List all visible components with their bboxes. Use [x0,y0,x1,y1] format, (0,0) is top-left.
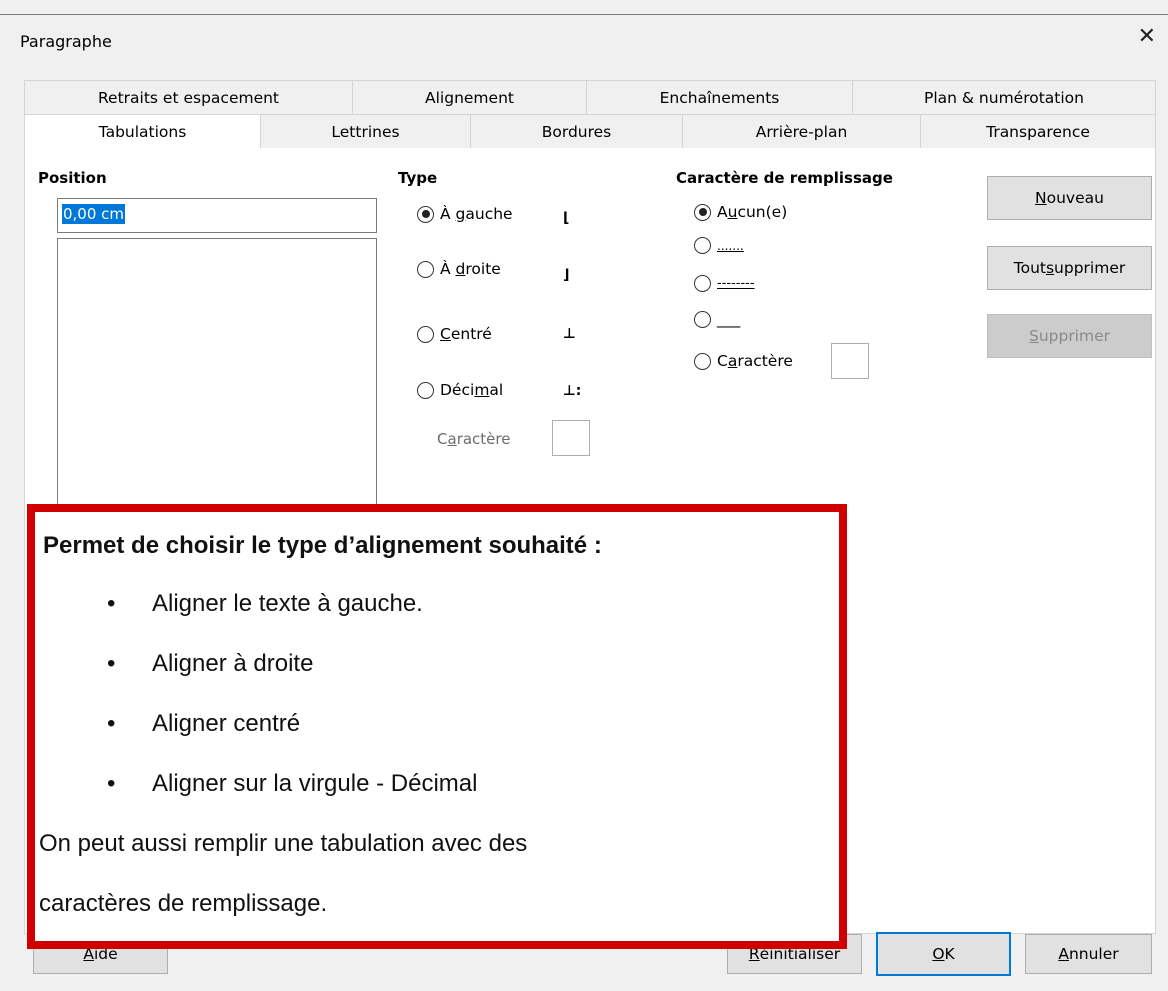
tab-lettrines[interactable]: Lettrines [260,114,470,149]
tab-plan-numerotation[interactable]: Plan & numérotation [852,80,1156,115]
fill-dots-radio[interactable]: ....... [694,237,744,254]
radio-icon [694,237,711,254]
type-left-radio[interactable]: À gauche [417,205,513,223]
type-decimal-label: Décimal [440,381,504,399]
fill-underscore-label: ___ [717,310,741,328]
radio-icon [417,205,434,223]
fill-none-radio[interactable]: Aucun(e) [694,203,787,221]
fill-underscore-radio[interactable]: ___ [694,310,740,328]
radio-icon [417,260,434,278]
fill-dashes-radio[interactable]: -------- [694,275,755,292]
tab-tabulations[interactable]: Tabulations [24,114,260,149]
tab-row-2: Tabulations Lettrines Bordures Arrière-p… [24,114,1156,149]
dialog-title: Paragraphe [20,32,112,51]
type-decimal-radio[interactable]: Décimal [417,381,503,399]
radio-icon [694,310,711,328]
tab-transparence[interactable]: Transparence [920,114,1156,149]
close-icon[interactable]: ✕ [1138,26,1156,48]
position-input[interactable]: 0,00 cm [57,198,377,233]
tab-row-1: Retraits et espacement Alignement Enchaî… [24,80,1156,115]
type-left-label: À gauche [440,205,513,223]
tab-decimal-icon: ⊥: [563,383,582,399]
callout-bullet: • Aligner le texte à gauche. [107,590,423,617]
new-button[interactable]: Nouveau [987,176,1152,220]
fill-char-input[interactable] [831,343,869,379]
callout-paragraph-line: caractères de remplissage. [39,890,328,917]
position-label: Position [38,169,107,187]
type-right-radio[interactable]: À droite [417,260,501,278]
tab-center-icon: ⊥ [563,326,576,342]
annotation-callout: Permet de choisir le type d’alignement s… [27,504,847,949]
position-list[interactable] [57,238,377,518]
callout-paragraph-line: On peut aussi remplir une tabulation ave… [39,830,528,857]
delete-button[interactable]: Supprimer [987,314,1152,358]
fill-dots-label: ....... [717,238,744,253]
tab-enchainements[interactable]: Enchaînements [586,80,852,115]
title-bar [0,15,1168,65]
tab-right-icon: ⌋ [563,267,570,283]
callout-heading: Permet de choisir le type d’alignement s… [43,532,602,559]
ok-button[interactable]: OK [876,932,1011,976]
callout-bullet: • Aligner centré [107,710,301,737]
radio-icon [417,381,434,399]
tab-arriere-plan[interactable]: Arrière-plan [682,114,920,149]
tab-retraits-espacement[interactable]: Retraits et espacement [24,80,352,115]
tab-left-icon: ⌊ [563,210,570,226]
fill-none-label: Aucun(e) [717,203,788,221]
radio-icon [694,352,711,370]
position-value: 0,00 cm [62,204,126,224]
tab-bordures[interactable]: Bordures [470,114,682,149]
radio-icon [694,203,711,221]
fill-label: Caractère de remplissage [676,169,893,187]
type-center-radio[interactable]: Centré [417,325,492,343]
type-right-label: À droite [440,260,501,278]
radio-icon [694,275,711,292]
type-label: Type [398,169,438,187]
cancel-button[interactable]: Annuler [1025,934,1152,974]
type-char-input[interactable] [552,420,590,456]
fill-char-label: Caractère [717,352,793,370]
callout-bullet: • Aligner sur la virgule - Décimal [107,770,478,797]
clear-all-button[interactable]: Tout s upprimer [987,246,1152,290]
fill-dashes-label: -------- [717,276,755,291]
tab-alignement[interactable]: Alignement [352,80,586,115]
callout-bullet: • Aligner à droite [107,650,314,677]
radio-icon [417,325,434,343]
fill-char-radio[interactable]: Caractère [694,352,793,370]
type-center-label: Centré [440,325,492,343]
type-char-label: Caractère [437,430,511,448]
